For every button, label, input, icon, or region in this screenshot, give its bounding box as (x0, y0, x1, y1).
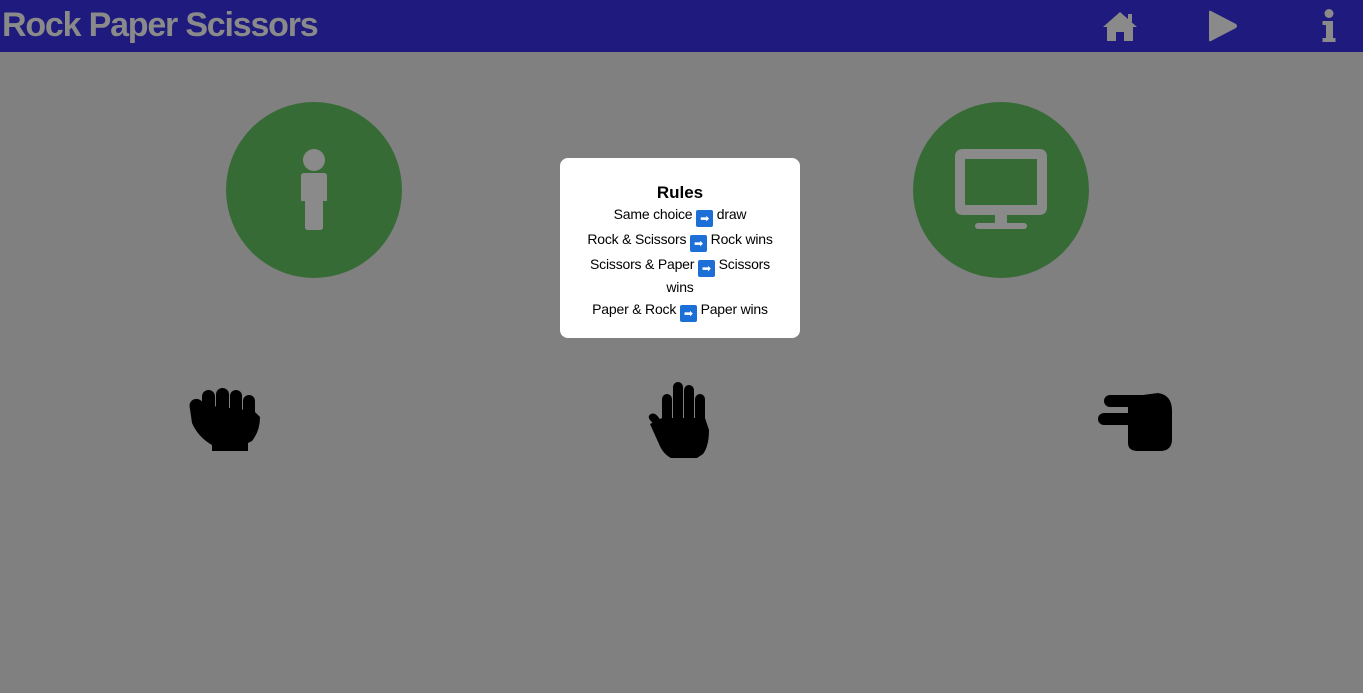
app-header: Rock Paper Scissors (0, 0, 1363, 52)
right-arrow-icon: ➡ (697, 260, 715, 277)
rules-dialog: Rules Same choice ➡ draw Rock & Scissors… (560, 158, 800, 338)
hand-paper-icon (648, 382, 709, 458)
rule-outcome: draw (716, 206, 747, 222)
rules-title: Rules (656, 183, 704, 202)
right-arrow-icon: ➡ (689, 235, 707, 252)
rules-list: Same choice ➡ draw Rock & Scissors ➡ Roc… (560, 204, 800, 322)
rule-condition: Paper & Rock (592, 301, 677, 317)
paper-choice[interactable] (640, 380, 720, 460)
person-icon (301, 149, 327, 230)
play-button[interactable] (1204, 6, 1240, 46)
rule-item: Same choice ➡ draw (584, 204, 776, 227)
rule-condition: Rock & Scissors (587, 231, 687, 247)
play-icon (1209, 10, 1237, 42)
rule-condition: Scissors & Paper (590, 256, 695, 272)
rule-outcome: Paper wins (700, 301, 768, 317)
home-button[interactable] (1100, 6, 1140, 46)
right-arrow-icon: ➡ (696, 210, 714, 227)
info-icon (1322, 9, 1336, 42)
computer-avatar (913, 102, 1089, 278)
rule-condition: Same choice (613, 206, 693, 222)
hand-scissors-icon (1098, 393, 1172, 451)
info-button[interactable] (1318, 6, 1340, 46)
rule-item: Scissors & Paper ➡ Scissors wins (584, 254, 776, 297)
rule-item: Rock & Scissors ➡ Rock wins (584, 229, 776, 252)
hand-rock-icon (189, 388, 260, 451)
app-title: Rock Paper Scissors (2, 6, 319, 44)
rock-choice[interactable] (185, 380, 265, 460)
rule-outcome: Rock wins (710, 231, 773, 247)
home-icon (1103, 12, 1137, 41)
desktop-icon (955, 149, 1047, 229)
player-avatar (226, 102, 402, 278)
scissors-choice[interactable] (1096, 380, 1176, 460)
rule-item: Paper & Rock ➡ Paper wins (584, 299, 776, 322)
right-arrow-icon: ➡ (679, 305, 697, 322)
